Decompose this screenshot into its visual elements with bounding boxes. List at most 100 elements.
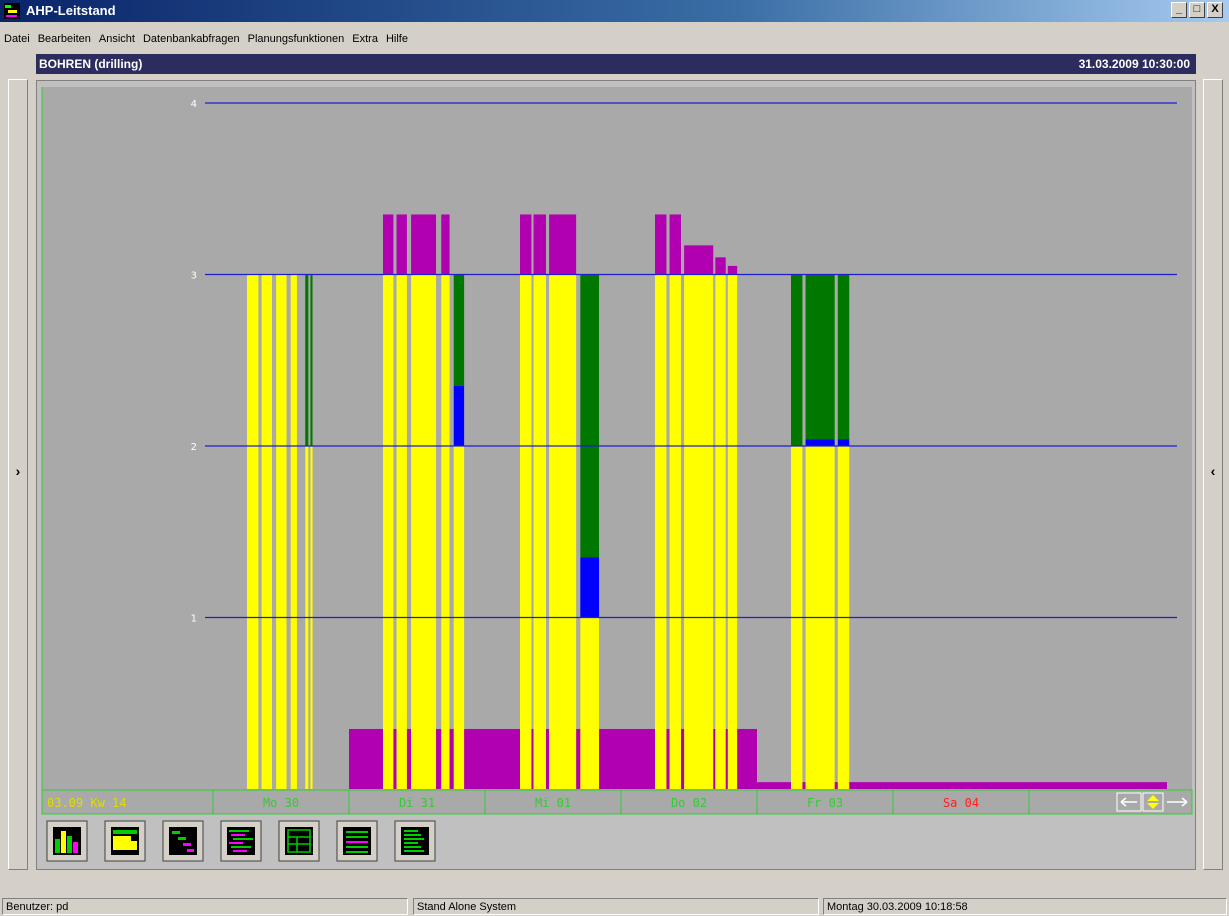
bar-segment-green [305, 274, 309, 446]
bar-segment-yellow [655, 274, 667, 789]
icon-row [229, 842, 243, 844]
minimize-button[interactable]: _ [1171, 2, 1187, 18]
bar-segment-magenta [441, 214, 450, 275]
bar-segment-blue [453, 385, 465, 446]
menu-datei[interactable]: Datei [0, 30, 34, 48]
icon-bar [67, 836, 72, 853]
menu-extra[interactable]: Extra [348, 30, 382, 48]
bar-segment-green [580, 274, 600, 558]
expand-left-icon[interactable]: ‹ [1204, 463, 1222, 479]
icon-step [178, 837, 186, 840]
status-user: Benutzer: pd [2, 898, 408, 915]
grid-table-icon [285, 827, 313, 855]
bar-segment-blue [580, 557, 600, 618]
bar-segment-yellow [533, 274, 546, 789]
view-toolbar [42, 817, 1192, 863]
icon-text-line [404, 850, 424, 852]
bar-segment-magenta [411, 214, 437, 275]
menu-hilfe[interactable]: Hilfe [382, 30, 412, 48]
icon-step [187, 849, 194, 852]
icon-row [229, 830, 249, 832]
bar-segment-yellow [261, 274, 272, 789]
y-tick-label: 1 [191, 614, 197, 625]
bar-segment-green [453, 274, 465, 386]
title-bar: AHP-Leitstand _ □ X [0, 0, 1229, 22]
icon-line [346, 841, 368, 843]
icon-row [233, 850, 247, 852]
y-tick-label: 3 [191, 271, 197, 282]
menu-planungsfunktionen[interactable]: Planungsfunktionen [244, 30, 349, 48]
capacity-chart-panel: 1 2 3 4 03.09 Kw 14 Mo 30 Di 31 Mi 01 Do 02 Fr 03… [36, 80, 1196, 870]
bar-segment-yellow [247, 274, 259, 789]
bar-segment-yellow [684, 274, 714, 789]
bar-segment-magenta [520, 214, 532, 275]
day-label: Sa 04 [943, 796, 979, 810]
bar-segment-yellow [276, 274, 287, 789]
bar-segment-yellow [290, 274, 297, 789]
date-axis [41, 789, 1193, 815]
app-icon [4, 3, 20, 19]
icon-line [346, 851, 368, 853]
capacity-chart: 1 2 3 4 03.09 Kw 14 Mo 30 Di 31 Mi 01 Do 02 Fr 03… [41, 87, 1193, 863]
icon-row [231, 846, 251, 848]
day-label: Fr 03 [807, 796, 843, 810]
status-system: Stand Alone System [413, 898, 819, 915]
bar-segment-magenta [383, 214, 394, 275]
icon-text-line [404, 846, 421, 848]
bar-segment-magenta [396, 214, 407, 275]
bar-segment-magenta [533, 214, 546, 275]
base-band-segment [893, 782, 1167, 789]
bar-segment-yellow [520, 274, 532, 789]
icon-block [113, 830, 137, 834]
icon-block [131, 841, 137, 850]
icon-text-line [404, 838, 424, 840]
resource-title: BOHREN (drilling) [39, 57, 143, 71]
icon-block [113, 836, 131, 850]
icon-row [233, 838, 253, 840]
icon-line [346, 846, 368, 848]
expand-right-icon[interactable]: › [9, 463, 27, 479]
day-label: Di 31 [399, 796, 435, 810]
bar-segment-yellow [411, 274, 437, 789]
bar-segment-yellow [715, 274, 726, 789]
bar-segment-yellow [549, 274, 577, 789]
menu-bearbeiten[interactable]: Bearbeiten [34, 30, 95, 48]
bar-segment-blue [837, 439, 850, 446]
icon-bar [55, 839, 60, 853]
y-tick-label: 2 [191, 442, 197, 453]
bar-segment-magenta [655, 214, 667, 275]
status-bar: Benutzer: pd Stand Alone System Montag 3… [0, 898, 1229, 915]
icon-text-line [404, 830, 418, 832]
maximize-button[interactable]: □ [1189, 2, 1205, 18]
left-collapse-rail[interactable]: › [8, 79, 28, 870]
icon-step [183, 843, 191, 846]
status-datetime: Montag 30.03.2009 10:18:58 [823, 898, 1227, 915]
week-label: 03.09 Kw 14 [47, 796, 126, 810]
bar-segment-green [805, 274, 835, 440]
icon-bar [73, 842, 78, 853]
bar-segment-yellow [580, 617, 600, 789]
day-label: Do 02 [671, 796, 707, 810]
bar-segment-green [791, 274, 803, 446]
close-button[interactable]: X [1207, 2, 1223, 18]
icon-text-line [404, 842, 418, 844]
bar-segment-blue [805, 439, 835, 446]
menu-ansicht[interactable]: Ansicht [95, 30, 139, 48]
bar-segment-magenta [715, 257, 726, 275]
bar-segment-yellow [727, 274, 738, 789]
icon-line [346, 836, 368, 838]
menu-datenbankabfragen[interactable]: Datenbankabfragen [139, 30, 244, 48]
menu-bar: Datei Bearbeiten Ansicht Datenbankabfrag… [0, 30, 412, 48]
bar-segment-green [837, 274, 850, 440]
bar-segment-magenta [684, 245, 714, 275]
planning-timestamp: 31.03.2009 10:30:00 [1078, 57, 1190, 71]
bar-segment-yellow [669, 274, 681, 789]
right-collapse-rail[interactable]: ‹ [1203, 79, 1223, 870]
bar-segment-yellow [383, 274, 394, 789]
day-label: Mi 01 [535, 796, 571, 810]
window-title: AHP-Leitstand [26, 3, 116, 18]
icon-bar [61, 831, 66, 853]
icon-row [231, 834, 245, 836]
bar-segment-magenta [669, 214, 681, 275]
day-label: Mo 30 [263, 796, 299, 810]
